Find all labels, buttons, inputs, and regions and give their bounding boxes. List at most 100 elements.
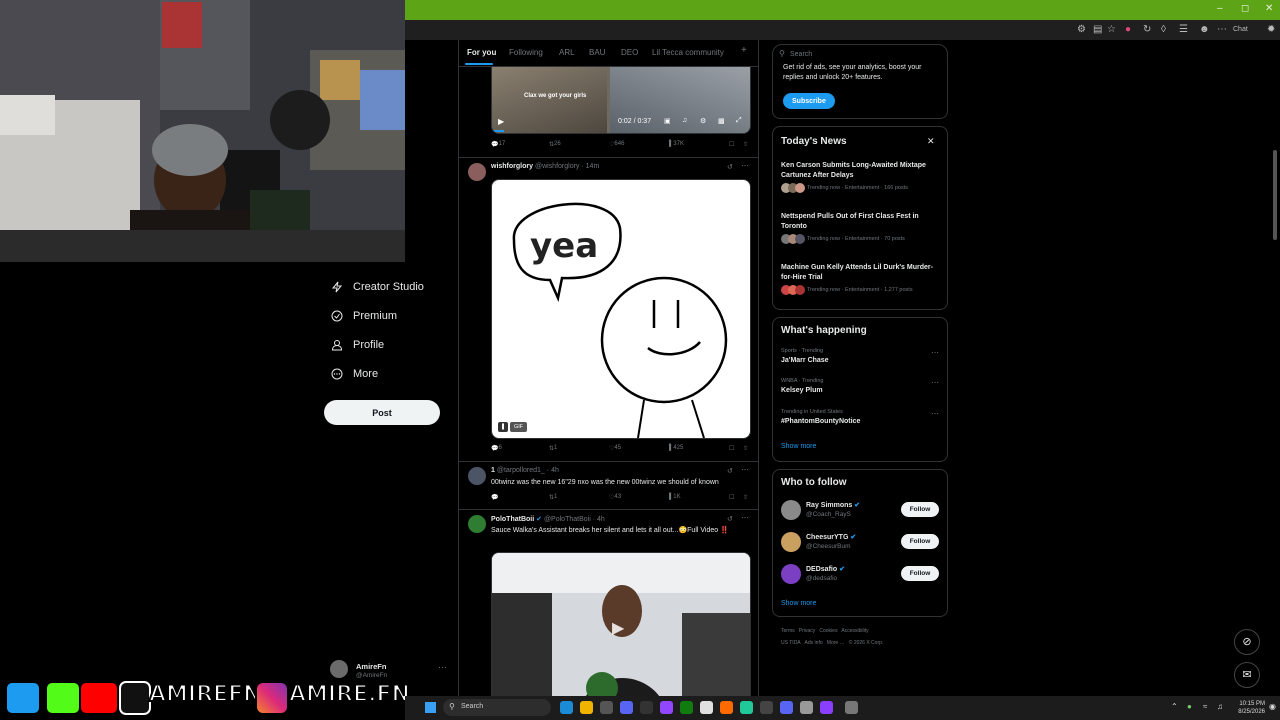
repost-button[interactable]: ⇅ 1	[549, 494, 557, 501]
views-button[interactable]: ▌ 1K	[669, 494, 681, 500]
tweet-menu-icon[interactable]: ⋯	[741, 465, 749, 474]
gif-media[interactable]: yea ❚ GIF	[491, 179, 751, 439]
minimize-icon[interactable]: –	[1217, 3, 1223, 14]
tweet-video[interactable]: Clax we got your girls ▶ 0:02 / 0:37 ▣ ♫…	[459, 67, 758, 158]
extension-icon[interactable]: ⚙	[1077, 23, 1086, 37]
app-icon[interactable]	[700, 701, 713, 714]
share-icon[interactable]: ⇧	[743, 445, 748, 452]
mute-icon[interactable]: ♫	[682, 117, 687, 124]
avatar[interactable]	[468, 515, 486, 533]
chrome-icon[interactable]	[580, 701, 593, 714]
trend-item[interactable]: WNBA · Trending Kelsey Plum ⋯	[773, 378, 947, 402]
menu-dots-icon[interactable]: ⋯	[1217, 23, 1227, 37]
follow-item[interactable]: Ray Simmons ✔ @Coach_RayS Follow	[773, 500, 947, 522]
tab-following[interactable]: Following	[509, 48, 543, 57]
follow-button[interactable]: Follow	[901, 534, 939, 549]
show-more-link[interactable]: Show more	[781, 443, 816, 450]
play-icon[interactable]: ▶	[498, 117, 504, 126]
app-icon[interactable]	[740, 701, 753, 714]
taskbar-search[interactable]: ⚲ Search	[443, 699, 551, 716]
play-icon[interactable]: ▶	[612, 618, 624, 638]
settings-icon[interactable]	[845, 701, 858, 714]
news-item[interactable]: Nettspend Pulls Out of First Class Fest …	[773, 212, 947, 252]
taskbar-search-input[interactable]: Search	[461, 703, 483, 710]
bookmark-icon[interactable]: ☐	[729, 445, 734, 452]
footer-ads-info[interactable]: Ads info	[805, 640, 823, 646]
tab-deo[interactable]: DEO	[621, 48, 638, 57]
tab-for-you[interactable]: For you	[467, 48, 496, 57]
share-icon[interactable]: ⇧	[743, 494, 748, 501]
trend-item[interactable]: Sports · Trending Ja'Marr Chase ⋯	[773, 348, 947, 372]
avatar[interactable]	[468, 163, 486, 181]
maximize-icon[interactable]: ◻	[1241, 3, 1249, 14]
tab-bau[interactable]: BAU	[589, 48, 605, 57]
tweet-wishforglory[interactable]: wishforglory @wishforglory · 14m ↺ ⋯ yea…	[459, 157, 758, 462]
footer-terms[interactable]: Terms	[781, 628, 795, 634]
shield-icon[interactable]: ●	[1125, 23, 1131, 37]
app-icon[interactable]	[760, 701, 773, 714]
views-button[interactable]: ▌ 37K	[669, 141, 684, 147]
fullscreen-icon[interactable]: ⤢	[736, 117, 742, 125]
grok-icon[interactable]: ↺	[727, 515, 733, 523]
reply-button[interactable]: 💬 17	[491, 141, 505, 148]
xbox-icon[interactable]	[680, 701, 693, 714]
bookmark-icon[interactable]: ☐	[729, 494, 734, 501]
volume-icon[interactable]: ♫	[1217, 702, 1223, 711]
wifi-icon[interactable]: ≈	[1203, 702, 1207, 711]
add-tab-icon[interactable]: +	[741, 45, 747, 56]
windows-start-icon[interactable]	[425, 702, 436, 713]
sidebar-item-profile[interactable]: Profile	[330, 333, 384, 357]
page-scrollbar[interactable]	[1270, 40, 1280, 696]
footer-accessibility[interactable]: Accessibility	[841, 628, 868, 634]
reply-button[interactable]: 💬 6	[491, 445, 502, 452]
sidebar-item-premium[interactable]: Premium	[330, 304, 397, 328]
trend-menu-icon[interactable]: ⋯	[931, 409, 939, 418]
obs-icon[interactable]	[600, 701, 613, 714]
app-icon[interactable]	[640, 701, 653, 714]
app-icon[interactable]	[800, 701, 813, 714]
like-button[interactable]: ♡ 45	[609, 445, 621, 452]
news-item[interactable]: Ken Carson Submits Long-Awaited Mixtape …	[773, 161, 947, 201]
sidebar-item-creator-studio[interactable]: Creator Studio	[330, 275, 424, 299]
puzzle-icon[interactable]: ◊	[1161, 23, 1166, 37]
messages-button[interactable]: ✉	[1234, 662, 1260, 688]
tweet-menu-icon[interactable]: ⋯	[741, 161, 749, 170]
close-icon[interactable]: ✕	[927, 136, 935, 147]
video-progress[interactable]	[492, 130, 504, 132]
captions-icon[interactable]: ▣	[664, 117, 671, 125]
bookmark-icon[interactable]: ☐	[729, 141, 734, 148]
copilot-icon[interactable]: ✹	[1267, 23, 1275, 37]
subscribe-button[interactable]: Subscribe	[783, 93, 835, 109]
grok-button[interactable]: ⊘	[1234, 629, 1260, 655]
like-button[interactable]: ♡ 646	[609, 141, 624, 148]
footer-more[interactable]: More …	[827, 640, 845, 646]
reader-icon[interactable]: ▤	[1093, 23, 1102, 37]
edge-icon[interactable]	[560, 701, 573, 714]
follow-item[interactable]: DEDsafio ✔ @dedsafio Follow	[773, 564, 947, 586]
footer-cookies[interactable]: Cookies	[819, 628, 837, 634]
views-button[interactable]: ▌ 425	[669, 445, 683, 451]
like-button[interactable]: ♡ 43	[609, 494, 621, 501]
scrollbar-thumb[interactable]	[1273, 150, 1277, 240]
news-item[interactable]: Machine Gun Kelly Attends Lil Durk's Mur…	[773, 263, 947, 303]
tweet-polothatboii[interactable]: PoloThatBoii ✔ @PoloThatBoii · 4h ↺ ⋯ Sa…	[459, 509, 758, 720]
pause-icon[interactable]: ❚	[498, 422, 508, 432]
refresh-icon[interactable]: ↻	[1143, 23, 1151, 37]
show-more-link[interactable]: Show more	[781, 600, 816, 607]
discord-icon[interactable]	[620, 701, 633, 714]
author-name[interactable]: PoloThatBoii	[491, 516, 534, 523]
sidebar-icon[interactable]: ☰	[1179, 23, 1188, 37]
video-player[interactable]: ▶	[491, 552, 751, 720]
trend-menu-icon[interactable]: ⋯	[931, 348, 939, 357]
author-name[interactable]: 1	[491, 467, 495, 474]
app-icon[interactable]	[820, 701, 833, 714]
trend-menu-icon[interactable]: ⋯	[931, 378, 939, 387]
bookmark-star-icon[interactable]: ☆	[1107, 23, 1116, 37]
mic-icon[interactable]: ●	[1187, 702, 1192, 711]
tweet-tarpollored[interactable]: 1 @tarpollored1_ · 4h ↺ ⋯ 00twinz was th…	[459, 461, 758, 510]
share-icon[interactable]: ⇧	[743, 141, 748, 148]
notification-icon[interactable]: ◉	[1269, 702, 1276, 711]
footer-imprint[interactable]: US TIDA	[781, 640, 801, 646]
grok-icon[interactable]: ↺	[727, 467, 733, 475]
tab-lil-tecca-community[interactable]: Lil Tecca community	[652, 48, 724, 57]
